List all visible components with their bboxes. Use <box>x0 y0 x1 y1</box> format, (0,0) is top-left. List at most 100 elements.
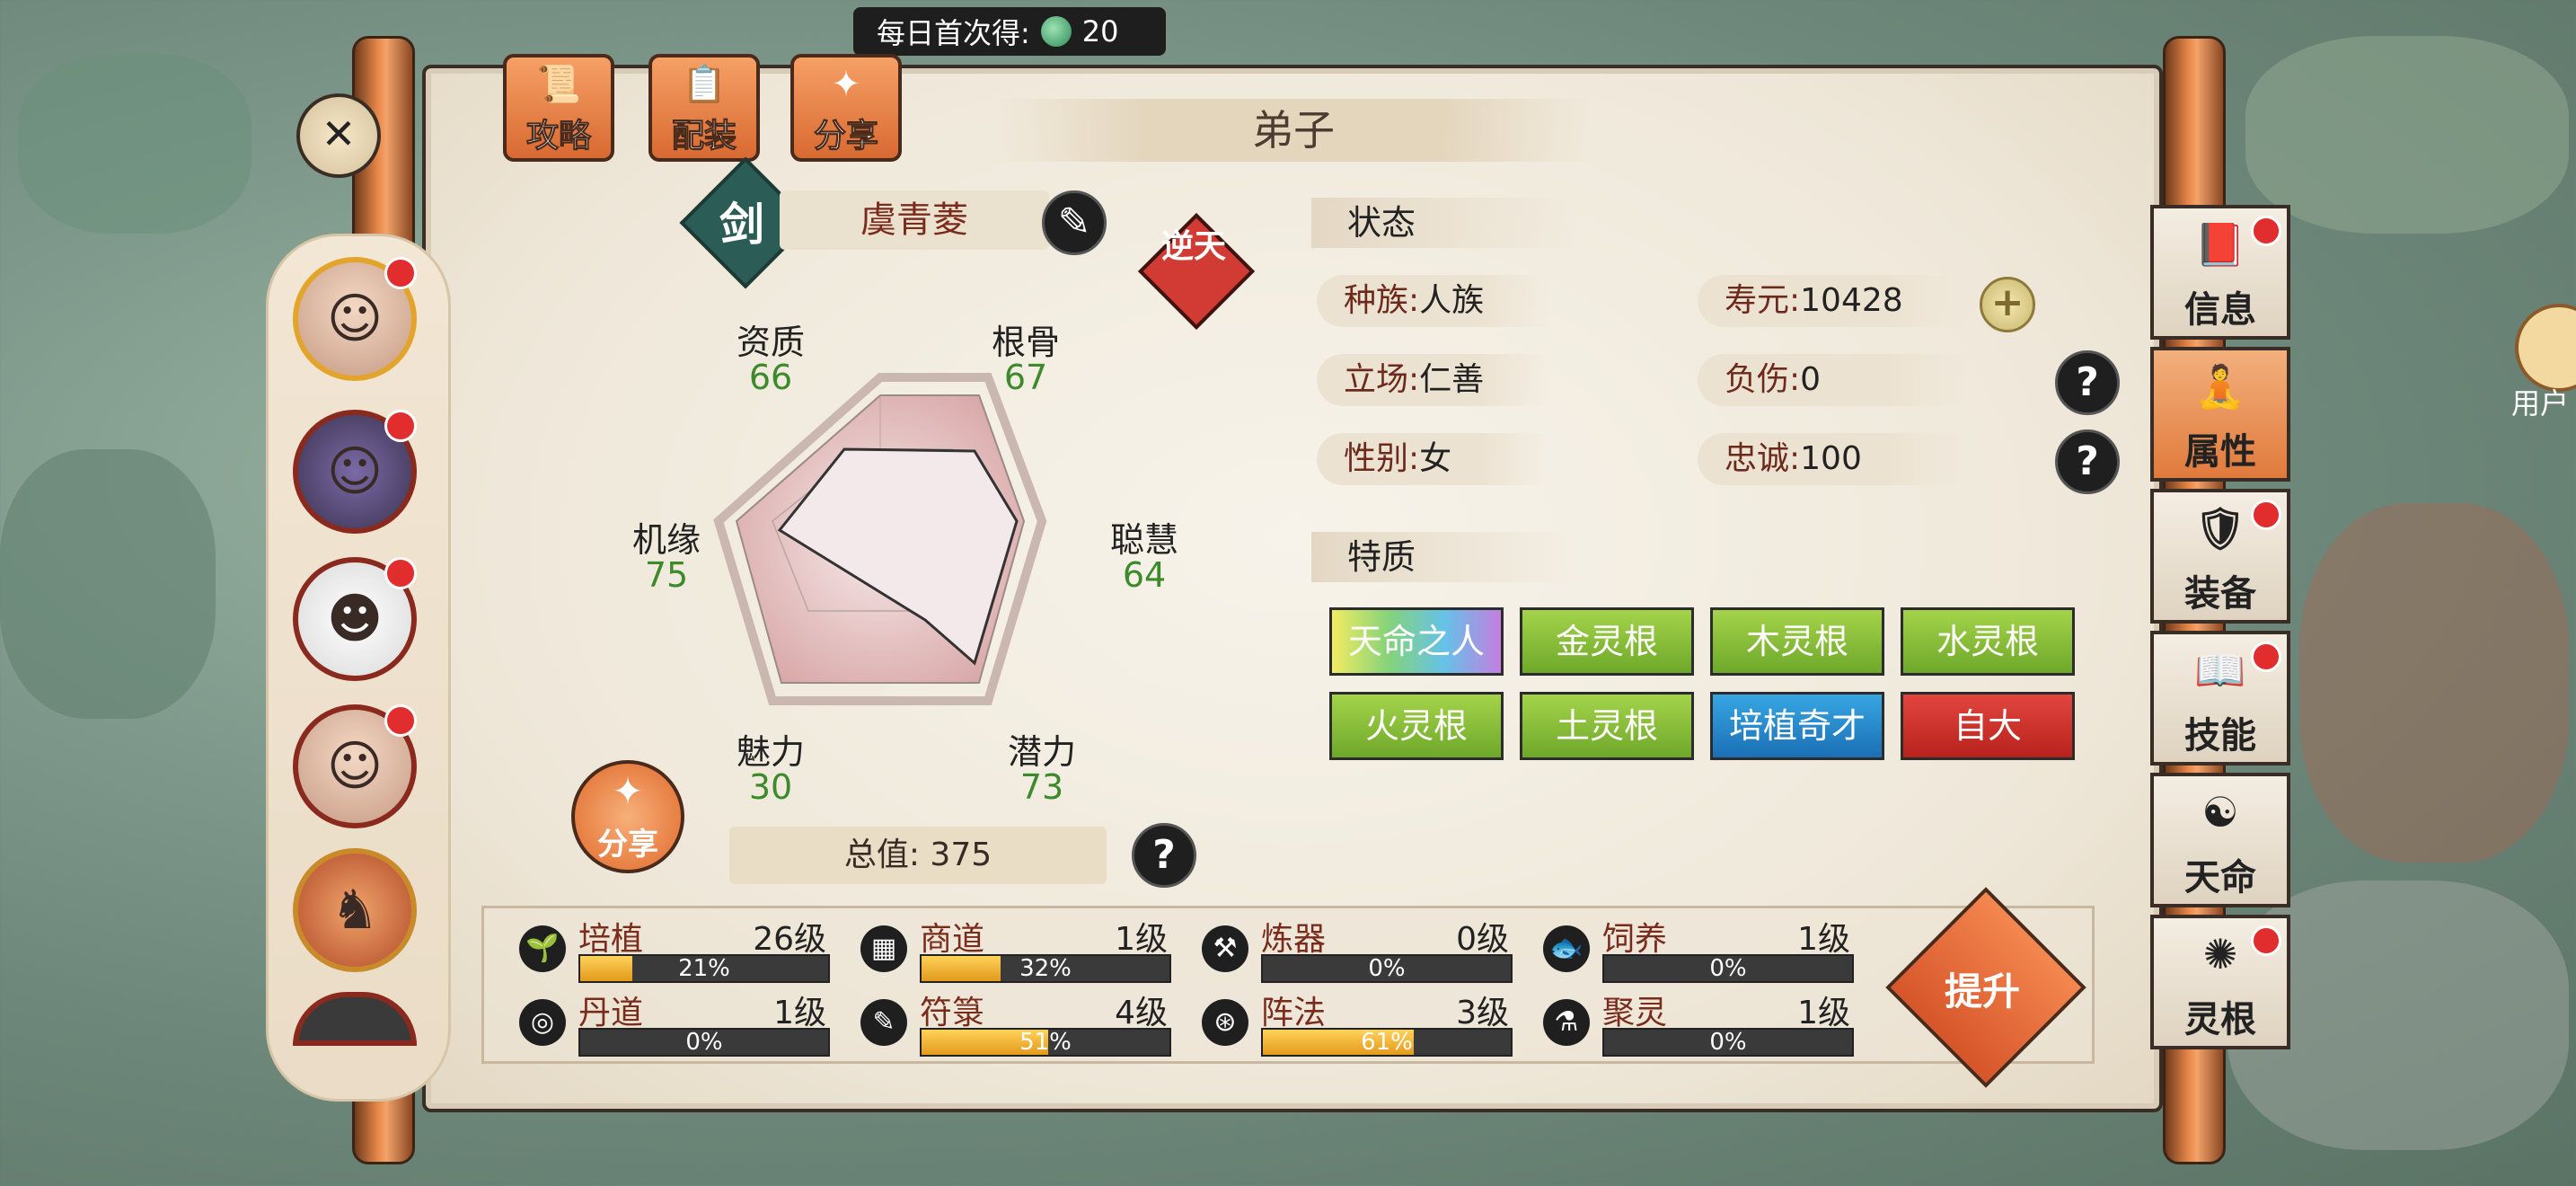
beast-icon: ♞ <box>331 879 379 942</box>
skill-progress-text: 61% <box>1361 1029 1413 1056</box>
attr-label-charm: 魅力 <box>736 732 805 772</box>
notification-dot <box>384 257 417 289</box>
skill-icon: ✎ <box>860 999 907 1046</box>
trait-chip[interactable]: 自大 <box>1901 692 2075 760</box>
skill-progress-bar: 0% <box>1602 954 1854 983</box>
skill-level: 4级 <box>1115 995 1168 1031</box>
destiny-icon: ☯ <box>2201 788 2239 836</box>
skill-name: 培植 <box>578 921 644 958</box>
disciple-portrait[interactable]: ☺ <box>293 410 417 534</box>
tab-attributes[interactable]: 🧘 属性 <box>2150 347 2290 482</box>
skill-progress-bar: 0% <box>1261 954 1513 983</box>
skill-level: 1级 <box>1797 921 1850 958</box>
share-button[interactable]: ✦ 分享 <box>571 760 684 873</box>
upgrade-label: 提升 <box>1944 969 2020 1013</box>
skill-progress-text: 0% <box>1709 1029 1747 1056</box>
stance-key: 立场: <box>1344 361 1420 398</box>
skill-progress-bar: 0% <box>1602 1028 1854 1057</box>
race-key: 种族: <box>1344 282 1420 319</box>
user-avatar[interactable] <box>2515 304 2576 392</box>
tab-info-label: 信息 <box>2184 289 2256 331</box>
jade-icon <box>1040 16 1072 47</box>
background-building <box>18 54 251 234</box>
face-icon: ☺ <box>326 735 384 798</box>
loadout-icon: 📋 <box>682 64 727 105</box>
trait-chip[interactable]: 水灵根 <box>1901 607 2075 676</box>
skill-progress-bar: 51% <box>920 1028 1171 1057</box>
attr-label-potential: 潜力 <box>1007 732 1076 772</box>
skill-name: 聚灵 <box>1602 995 1668 1031</box>
loyalty-help-button[interactable]: ? <box>2055 429 2120 494</box>
background-building <box>2299 503 2569 863</box>
injury-field: 负伤:0 <box>1698 354 1967 406</box>
trait-chip[interactable]: 天命之人 <box>1329 607 1504 676</box>
skill-level: 0级 <box>1456 921 1509 958</box>
tab-share[interactable]: ✦ 分享 <box>790 54 902 162</box>
loyalty-field: 忠诚:100 <box>1698 433 1967 485</box>
loyalty-key: 忠诚: <box>1725 440 1801 477</box>
tab-spirit-root[interactable]: ✺ 灵根 <box>2150 915 2290 1049</box>
skill-progress-text: 0% <box>1709 955 1747 982</box>
disciple-portrait[interactable]: ♞ <box>293 848 417 972</box>
tab-destiny[interactable]: ☯ 天命 <box>2150 773 2290 907</box>
page-title: 弟子 <box>997 99 1590 162</box>
attr-label-bone: 根骨 <box>991 323 1060 362</box>
skill-name: 阵法 <box>1261 995 1327 1031</box>
trait-chip[interactable]: 火灵根 <box>1329 692 1504 760</box>
trait-chip[interactable]: 土灵根 <box>1520 692 1694 760</box>
gender-value: 女 <box>1419 440 1452 477</box>
race-field: 种族:人族 <box>1317 275 1550 327</box>
skill-level: 26级 <box>753 921 826 958</box>
rename-button[interactable]: ✎ <box>1042 190 1107 255</box>
tab-skills-label: 技能 <box>2184 715 2256 757</box>
notification-dot <box>384 557 417 589</box>
disciple-portrait[interactable]: ☺ <box>293 704 417 828</box>
injury-value: 0 <box>1800 361 1822 398</box>
trait-chip[interactable]: 木灵根 <box>1710 607 1884 676</box>
tab-equipment[interactable]: 🛡 装备 <box>2150 489 2290 624</box>
tab-strategy[interactable]: 📜 攻略 <box>503 54 614 162</box>
background-building <box>2245 36 2569 234</box>
trait-chip[interactable]: 金灵根 <box>1520 607 1694 676</box>
tab-spirit-root-label: 灵根 <box>2184 999 2256 1040</box>
tab-skills[interactable]: 📖 技能 <box>2150 631 2290 766</box>
daily-badge-label: 每日首次得: <box>877 16 1030 50</box>
tab-equipment-label: 装备 <box>2184 573 2256 615</box>
lifespan-field: 寿元:10428 <box>1698 275 1967 327</box>
attr-value-potential: 73 <box>1019 767 1064 807</box>
daily-first-reward-badge: 每日首次得: 20 <box>853 7 1166 56</box>
scroll-icon: 📜 <box>536 64 581 105</box>
skill-level: 1级 <box>773 995 826 1031</box>
gender-field: 性别:女 <box>1317 433 1550 485</box>
tab-info[interactable]: 📕 信息 <box>2150 205 2290 340</box>
background-building <box>0 449 216 719</box>
disciple-portrait[interactable]: ☺ <box>293 257 417 381</box>
skill-progress-bar: 32% <box>920 954 1171 983</box>
share-label: 分享 <box>597 827 658 863</box>
close-button[interactable]: ✕ <box>296 93 381 178</box>
sword-glyph: 剑 <box>719 199 764 251</box>
attr-value-wisdom: 64 <box>1122 555 1167 595</box>
face-icon: ☺ <box>326 288 384 350</box>
help-button[interactable]: ? <box>1132 823 1196 888</box>
add-lifespan-button[interactable]: + <box>1980 277 2035 332</box>
loyalty-value: 100 <box>1800 440 1862 477</box>
skill-progress-text: 32% <box>1019 955 1072 982</box>
traits-heading: 特质 <box>1311 532 1581 582</box>
skill-name: 饲养 <box>1602 921 1668 958</box>
skill-name: 炼器 <box>1261 921 1327 958</box>
skill-progress-text: 21% <box>678 955 730 982</box>
notification-dot <box>384 704 417 737</box>
tab-loadout[interactable]: 📋 配装 <box>648 54 760 162</box>
user-label: 用户 <box>2511 386 2570 420</box>
sparkle-icon: ✦ <box>612 769 644 813</box>
attr-label-fortune: 机缘 <box>631 520 701 560</box>
injury-help-button[interactable]: ? <box>2055 350 2120 415</box>
trait-chip[interactable]: 培植奇才 <box>1710 692 1884 760</box>
attr-value-fortune: 75 <box>644 555 689 595</box>
disciple-portrait[interactable]: ☻ <box>293 557 417 681</box>
tab-attributes-label: 属性 <box>2184 431 2256 473</box>
total-value: 总值: 375 <box>729 827 1107 884</box>
skill-icon: ▦ <box>860 925 907 972</box>
lifespan-key: 寿元: <box>1725 282 1801 319</box>
